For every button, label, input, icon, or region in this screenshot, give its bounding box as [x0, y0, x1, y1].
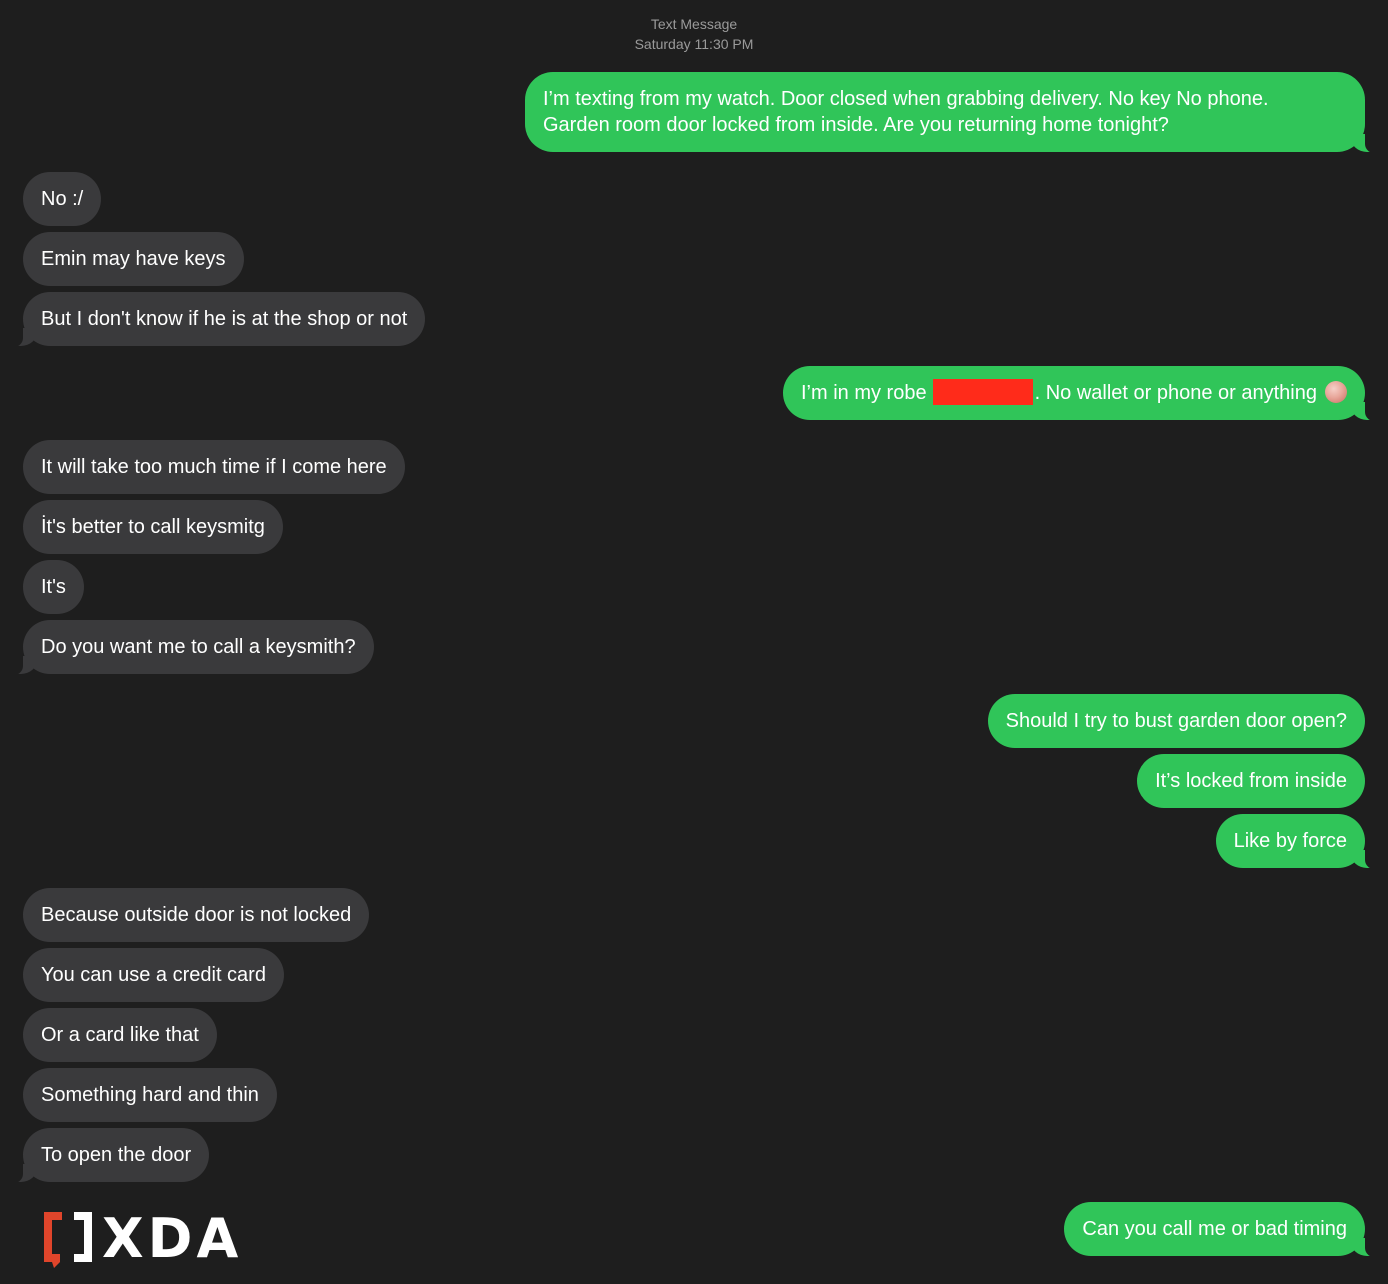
message-text: It will take too much time if I come her… [41, 456, 387, 478]
message-text: Because outside door is not locked [41, 904, 352, 926]
sent-message-bubble[interactable]: I’m texting from my watch. Door closed w… [525, 72, 1383, 154]
xda-logo: XDA [40, 1208, 242, 1270]
received-message-bubble[interactable]: You can use a credit card [23, 948, 284, 1002]
message-text: No :/ [41, 188, 84, 210]
message-text: İt's better to call keysmitg [41, 516, 265, 538]
received-message-bubble[interactable]: It's [23, 560, 84, 614]
received-message-bubble[interactable]: It will take too much time if I come her… [23, 440, 405, 494]
message-text: I’m in my robe [801, 382, 927, 404]
message-text: It’s locked from inside [1155, 770, 1347, 792]
message-text: Emin may have keys [41, 248, 226, 270]
sent-message-bubble[interactable]: Should I try to bust garden door open? [987, 694, 1365, 748]
redaction-block [932, 378, 1033, 405]
message-text: Something hard and thin [41, 1084, 259, 1106]
received-message-bubble[interactable]: Or a card like that [23, 1008, 217, 1062]
received-message-bubble[interactable]: Do you want me to call a keysmith? [5, 620, 374, 676]
message-text: Should I try to bust garden door open? [1005, 710, 1347, 732]
logo-text: XDA [102, 1207, 243, 1270]
message-text: Like by force [1233, 830, 1347, 852]
sent-message-bubble[interactable]: Can you call me or bad timing [1064, 1202, 1383, 1258]
message-text-line: I’m texting from my watch. Door closed w… [543, 88, 1269, 110]
message-text: You can use a credit card [41, 964, 266, 986]
received-message-bubble[interactable]: No :/ [23, 172, 102, 226]
emoji-icon [1325, 380, 1347, 403]
message-text-line: Garden room door locked from inside. Are… [543, 114, 1169, 136]
service-label: Text Message [650, 16, 738, 32]
message-text: Or a card like that [41, 1024, 199, 1046]
received-message-bubble[interactable]: To open the door [4, 1128, 210, 1184]
message-text: Can you call me or bad timing [1082, 1218, 1347, 1240]
message-text: . No wallet or phone or anything [1034, 382, 1317, 404]
received-message-bubble[interactable]: But I don't know if he is at the shop or… [4, 292, 426, 348]
xda-bracket-icon [44, 1212, 92, 1268]
conversation-header: Text Message Saturday 11:30 PM [0, 14, 1388, 54]
received-message-bubble[interactable]: İt's better to call keysmitg [23, 500, 283, 554]
received-message-bubble[interactable]: Something hard and thin [23, 1068, 277, 1122]
message-text: Do you want me to call a keysmith? [41, 636, 356, 658]
message-text: To open the door [41, 1144, 192, 1166]
sent-message-bubble[interactable]: It’s locked from inside [1137, 754, 1365, 808]
timestamp: Saturday 11:30 PM [634, 36, 754, 52]
message-text: But I don't know if he is at the shop or… [41, 308, 408, 330]
message-text: It's [41, 576, 66, 598]
received-message-bubble[interactable]: Because outside door is not locked [23, 888, 370, 942]
sent-message-bubble[interactable]: Like by force [1215, 814, 1384, 870]
sent-message-bubble[interactable]: I’m in my robe . No wallet or phone or an… [783, 366, 1383, 422]
received-message-bubble[interactable]: Emin may have keys [23, 232, 244, 286]
